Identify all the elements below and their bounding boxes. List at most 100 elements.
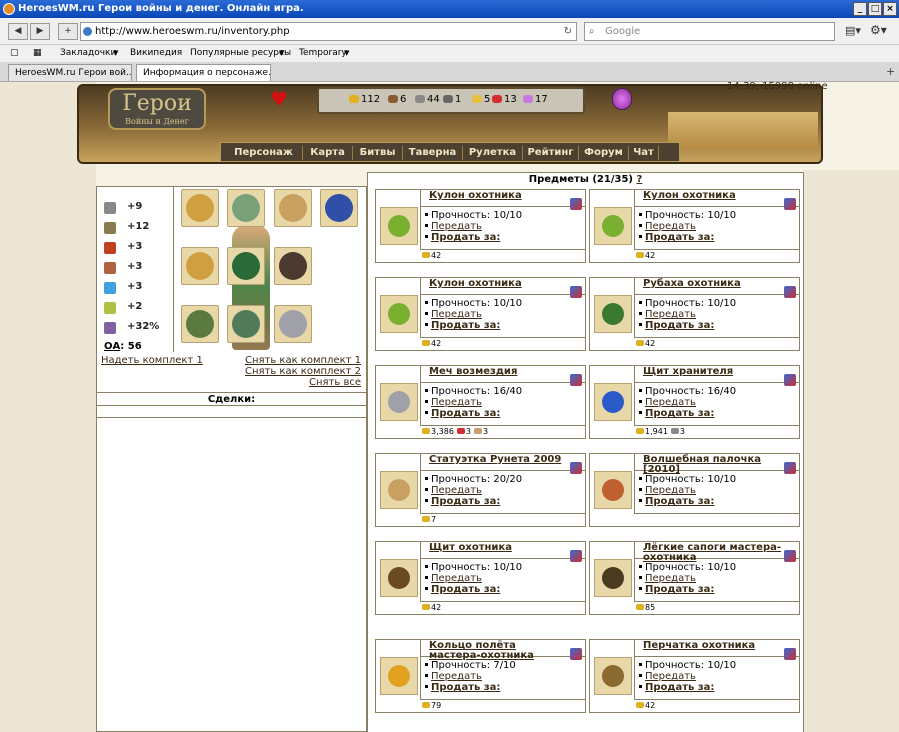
equipment-slot[interactable] xyxy=(274,189,312,227)
transfer-link[interactable]: Передать xyxy=(431,671,482,682)
item-image[interactable] xyxy=(594,383,632,421)
search-input[interactable]: ⌕ Google xyxy=(584,22,835,41)
item-name-link[interactable]: Статуэтка Рунета 2009 xyxy=(429,455,569,465)
item-name-link[interactable]: Перчатка охотника xyxy=(643,641,783,651)
item-image[interactable] xyxy=(380,471,418,509)
page-menu-icon[interactable]: ▤▾ xyxy=(845,24,861,37)
wear-set-1-link[interactable]: Надеть комплект 1 xyxy=(101,355,203,366)
equipment-slot[interactable] xyxy=(274,305,312,343)
mana-potion-icon[interactable] xyxy=(612,88,632,110)
equipment-slot[interactable] xyxy=(181,305,219,343)
tab-character-info[interactable]: Информация о персонаже. xyxy=(136,64,271,81)
sell-link[interactable]: Продать за: xyxy=(431,232,500,243)
equipment-slot[interactable] xyxy=(181,247,219,285)
equipment-slot[interactable] xyxy=(181,189,219,227)
sell-link[interactable]: Продать за: xyxy=(431,496,500,507)
remove-as-set-2-link[interactable]: Снять как комплект 2 xyxy=(245,366,361,377)
sell-link[interactable]: Продать за: xyxy=(431,682,500,693)
close-button[interactable]: × xyxy=(883,2,897,16)
item-name-link[interactable]: Меч возмездия xyxy=(429,367,569,377)
transfer-link[interactable]: Передать xyxy=(431,309,482,320)
menu-item-3[interactable]: Таверна xyxy=(403,146,463,160)
transfer-link[interactable]: Передать xyxy=(431,573,482,584)
reload-icon[interactable]: ↻ xyxy=(564,23,572,40)
menu-item-1[interactable]: Карта xyxy=(303,146,353,160)
oa-value: 56 xyxy=(127,341,142,352)
bookmark-temporary[interactable]: Temporary xyxy=(299,45,347,61)
item-image[interactable] xyxy=(380,383,418,421)
item-image[interactable] xyxy=(594,207,632,245)
transfer-link[interactable]: Передать xyxy=(645,485,696,496)
heart-icon[interactable]: ♥ xyxy=(270,89,290,109)
item-name-link[interactable]: Кулон охотника xyxy=(429,279,569,289)
item-image[interactable] xyxy=(594,471,632,509)
menu-item-6[interactable]: Форум xyxy=(579,146,629,160)
site-icon xyxy=(83,27,92,36)
maximize-button[interactable]: □ xyxy=(868,2,882,16)
remove-all-link[interactable]: Снять все xyxy=(309,377,361,388)
minimize-button[interactable]: _ xyxy=(853,2,867,16)
transfer-line: Передать xyxy=(639,671,696,682)
sell-link[interactable]: Продать за: xyxy=(431,584,500,595)
menu-item-0[interactable]: Персонаж xyxy=(225,146,303,160)
sell-link[interactable]: Продать за: xyxy=(431,408,500,419)
address-bar[interactable]: http://www.heroeswm.ru/inventory.php ↻ xyxy=(80,22,577,41)
item-image[interactable] xyxy=(594,295,632,333)
item-image[interactable] xyxy=(380,207,418,245)
sell-link[interactable]: Продать за: xyxy=(645,496,714,507)
equipment-slot[interactable] xyxy=(274,247,312,285)
transfer-link[interactable]: Передать xyxy=(431,221,482,232)
transfer-link[interactable]: Передать xyxy=(645,397,696,408)
gear-icon[interactable]: ⚙▾ xyxy=(870,23,887,37)
durability-line: Прочность: 10/10 xyxy=(639,210,736,221)
transfer-link[interactable]: Передать xyxy=(645,573,696,584)
menu-item-4[interactable]: Рулетка xyxy=(463,146,523,160)
sell-link[interactable]: Продать за: xyxy=(645,682,714,693)
sell-link[interactable]: Продать за: xyxy=(431,320,500,331)
help-link[interactable]: ? xyxy=(636,174,642,185)
sell-link[interactable]: Продать за: xyxy=(645,584,714,595)
forward-icon[interactable]: ▶ xyxy=(30,23,50,40)
transfer-link[interactable]: Передать xyxy=(645,671,696,682)
item-name-link[interactable]: Щит охотника xyxy=(429,543,569,553)
transfer-line: Передать xyxy=(425,397,482,408)
item-name-link[interactable]: Кулон охотника xyxy=(643,191,783,201)
equipment-slot[interactable] xyxy=(227,305,265,343)
item-name-link[interactable]: Кулон охотника xyxy=(429,191,569,201)
menu-item-2[interactable]: Битвы xyxy=(353,146,403,160)
equipment-slot[interactable] xyxy=(227,189,265,227)
transfer-link[interactable]: Передать xyxy=(431,397,482,408)
transfer-link[interactable]: Передать xyxy=(645,221,696,232)
sell-link[interactable]: Продать за: xyxy=(645,320,714,331)
search-placeholder: Google xyxy=(605,26,641,37)
sell-link[interactable]: Продать за: xyxy=(645,232,714,243)
transfer-link[interactable]: Передать xyxy=(645,309,696,320)
reader-icon[interactable]: ▢ xyxy=(10,45,19,61)
transfer-link[interactable]: Передать xyxy=(431,485,482,496)
add-tab-icon[interactable]: + xyxy=(886,65,895,78)
equipment-slot[interactable] xyxy=(227,247,265,285)
item-image[interactable] xyxy=(380,657,418,695)
bookmark-popular[interactable]: Популярные ресурсы xyxy=(190,45,291,61)
back-icon[interactable]: ◀ xyxy=(8,23,28,40)
sell-link[interactable]: Продать за: xyxy=(645,408,714,419)
tab-heroeswm[interactable]: HeroesWM.ru Герои вой... xyxy=(8,64,132,81)
item-image[interactable] xyxy=(594,559,632,597)
item-image[interactable] xyxy=(594,657,632,695)
bookmark-wikipedia[interactable]: Википедия xyxy=(130,45,182,61)
item-image[interactable] xyxy=(380,559,418,597)
item-name-link[interactable]: Щит хранителя xyxy=(643,367,783,377)
new-tab-icon[interactable]: + xyxy=(58,23,78,40)
stat-row: +3 xyxy=(97,259,174,279)
item-name-link[interactable]: Рубаха охотника xyxy=(643,279,783,289)
remove-as-set-1-link[interactable]: Снять как комплект 1 xyxy=(245,355,361,366)
item-icon xyxy=(602,665,624,687)
menu-item-5[interactable]: Рейтинг xyxy=(523,146,579,160)
menu-item-7[interactable]: Чат xyxy=(629,146,659,160)
bookmark-zakladochki[interactable]: Закладочки xyxy=(60,45,116,61)
equipment-slot[interactable] xyxy=(320,189,358,227)
oa-label-text[interactable]: ОА xyxy=(104,341,120,352)
game-logo[interactable]: Герои Войны и Денег xyxy=(108,88,206,130)
apps-grid-icon[interactable]: ▦ xyxy=(33,45,42,61)
item-image[interactable] xyxy=(380,295,418,333)
